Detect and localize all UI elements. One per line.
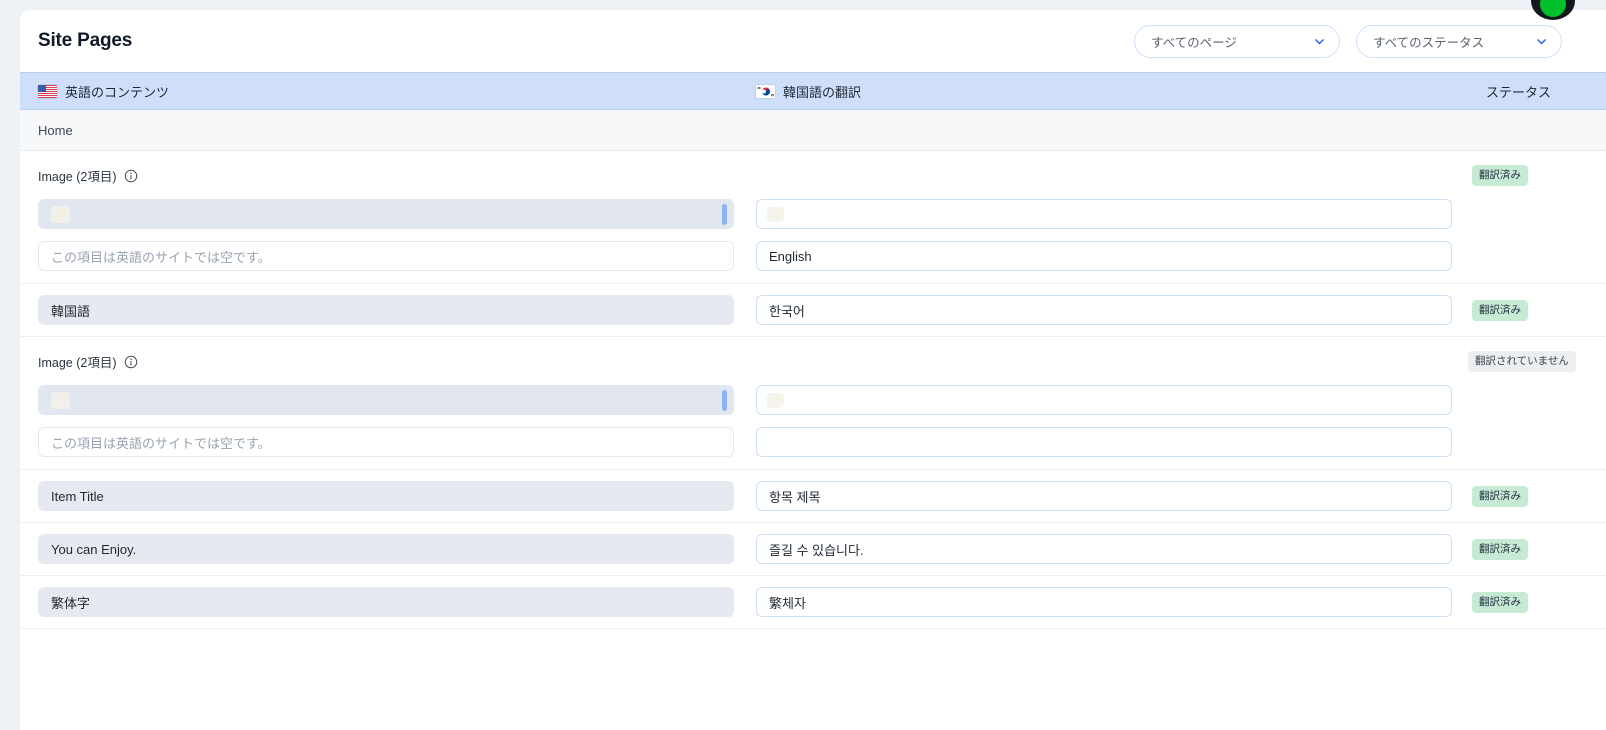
source-media-field[interactable]	[38, 385, 734, 415]
source-text-field[interactable]: この項目は英語のサイトでは空です。	[38, 427, 734, 457]
column-header-band: 英語のコンテンツ 韓国語の翻訳 ステータス	[20, 72, 1606, 110]
header-filters: すべてのページ すべてのステータス	[1134, 25, 1562, 58]
source-media-field[interactable]	[38, 199, 734, 229]
chevron-down-icon	[1315, 39, 1324, 45]
group-label-row: Image (2項目)	[20, 337, 1606, 377]
field-pair-text: この項目は英語のサイトでは空です。	[20, 423, 1606, 469]
card-header: Site Pages すべてのページ すべてのステータス	[20, 10, 1606, 72]
status-badge: 翻訳済み	[1472, 539, 1528, 560]
breadcrumb-label: Home	[38, 122, 73, 138]
us-flag-icon	[38, 84, 57, 98]
image-thumbnail	[51, 391, 70, 409]
page-filter-value: すべてのページ	[1151, 36, 1237, 50]
source-text-field[interactable]: この項目は英語のサイトでは空です。	[38, 241, 734, 271]
status-filter-select[interactable]: すべてのステータス	[1356, 25, 1562, 58]
target-text-field[interactable]: 繁체자	[756, 587, 1452, 617]
image-thumbnail	[767, 392, 784, 408]
source-text-field[interactable]: You can Enjoy.	[38, 534, 734, 564]
column-header-status-label: ステータス	[1486, 84, 1552, 100]
target-text-field[interactable]	[756, 427, 1452, 457]
recording-dot	[1540, 0, 1566, 17]
status-badge: 翻訳済み	[1472, 300, 1528, 321]
column-header-source-label: 英語のコンテンツ	[65, 84, 170, 100]
kr-flag-icon	[756, 84, 775, 98]
source-text-field[interactable]: 繁体字	[38, 587, 734, 617]
status-badge: 翻訳済み	[1472, 165, 1528, 186]
target-text-field[interactable]: 즐길 수 있습니다.	[756, 534, 1452, 564]
field-pair-text: Item Title 항목 제목 翻訳済み	[20, 470, 1606, 522]
target-text-field[interactable]: 한국어	[756, 295, 1452, 325]
source-text-field[interactable]: Item Title	[38, 481, 734, 511]
page-title: Site Pages	[38, 30, 133, 51]
field-pair-text: You can Enjoy. 즐길 수 있습니다. 翻訳済み	[20, 523, 1606, 575]
image-thumbnail	[767, 206, 784, 222]
status-badge: 翻訳済み	[1472, 486, 1528, 507]
info-icon[interactable]	[124, 355, 138, 369]
content-row: You can Enjoy. 즐길 수 있습니다. 翻訳済み	[20, 523, 1606, 576]
group-label-text: Image (2項目)	[38, 356, 117, 370]
target-text-field[interactable]: 항목 제목	[756, 481, 1452, 511]
content-group: Image (2項目) 翻訳されていません この項目は英語のサイトでは空です。	[20, 337, 1606, 470]
drag-handle[interactable]	[722, 390, 727, 411]
status-badge: 翻訳されていません	[1468, 351, 1576, 372]
status-filter-value: すべてのステータス	[1373, 36, 1485, 50]
target-media-field[interactable]	[756, 199, 1452, 229]
info-icon[interactable]	[124, 169, 138, 183]
column-header-target: 韓国語の翻訳	[756, 82, 861, 101]
status-badge: 翻訳済み	[1472, 592, 1528, 613]
page-filter-select[interactable]: すべてのページ	[1134, 25, 1340, 58]
source-text-field[interactable]: 韓国語	[38, 295, 734, 325]
group-label-text: Image (2項目)	[38, 170, 117, 184]
field-pair-text: この項目は英語のサイトでは空です。 English	[20, 237, 1606, 283]
content-row: 繁体字 繁체자 翻訳済み	[20, 576, 1606, 629]
column-header-target-label: 韓国語の翻訳	[783, 84, 862, 100]
target-text-field[interactable]: English	[756, 241, 1452, 271]
content-group: Image (2項目) 翻訳済み この項目は英語のサイトでは空です。 Engli…	[20, 151, 1606, 284]
app-root: Site Pages すべてのページ すべてのステータス 英語のコンテンツ 韓国…	[0, 0, 1606, 730]
content-row: Item Title 항목 제목 翻訳済み	[20, 470, 1606, 523]
target-media-field[interactable]	[756, 385, 1452, 415]
group-label-row: Image (2項目)	[20, 151, 1606, 191]
drag-handle[interactable]	[722, 204, 727, 225]
field-pair-text: 韓国語 한국어 翻訳済み	[20, 284, 1606, 336]
image-thumbnail	[51, 205, 70, 223]
field-pair-media	[20, 191, 1606, 237]
site-pages-card: Site Pages すべてのページ すべてのステータス 英語のコンテンツ 韓国…	[20, 10, 1606, 730]
field-pair-text: 繁体字 繁체자 翻訳済み	[20, 576, 1606, 628]
content-row: 韓国語 한국어 翻訳済み	[20, 284, 1606, 337]
breadcrumb[interactable]: Home	[20, 110, 1606, 151]
chevron-down-icon	[1537, 39, 1546, 45]
field-pair-media	[20, 377, 1606, 423]
column-header-source: 英語のコンテンツ	[38, 82, 169, 101]
